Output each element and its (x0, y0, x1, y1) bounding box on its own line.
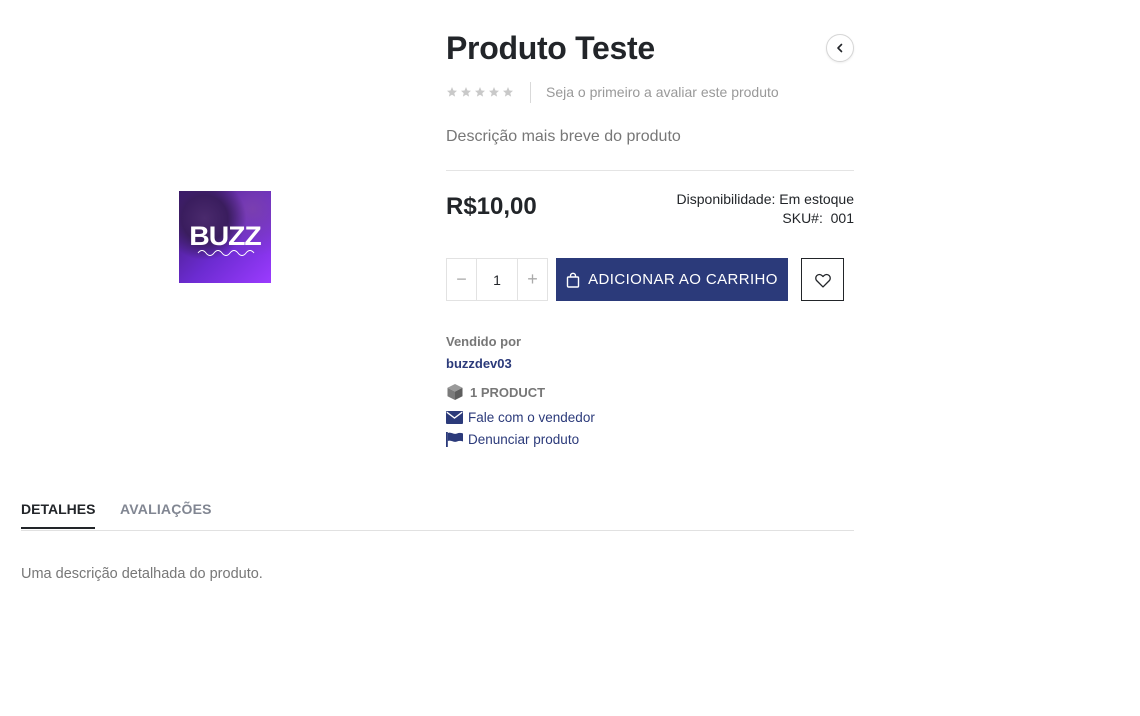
tab-reviews[interactable]: AVALIAÇÕES (120, 501, 212, 517)
rating-divider (530, 82, 531, 103)
star-icon (461, 87, 471, 97)
products-count-label: 1 PRODUCT (470, 384, 546, 400)
flag-icon (446, 432, 463, 447)
quantity-increase-button[interactable]: + (517, 259, 547, 300)
contact-vendor-label: Fale com o vendedor (468, 410, 595, 425)
sku-text: SKU#: 001 (782, 210, 854, 226)
product-title: Produto Teste (446, 30, 655, 66)
star-icon (489, 87, 499, 97)
tab-details[interactable]: DETALHES (21, 501, 96, 529)
chevron-left-icon (837, 43, 843, 53)
back-button[interactable] (826, 34, 854, 62)
heart-icon (814, 273, 831, 288)
box-icon (447, 384, 463, 400)
sold-by-label: Vendido por (446, 334, 522, 349)
tabs-divider (21, 530, 854, 531)
product-price: R$10,00 (446, 193, 537, 220)
shopping-bag-icon (566, 272, 580, 288)
short-description: Descrição mais breve do produto (446, 128, 681, 145)
logo-script-decoration (197, 250, 255, 256)
stock-info: Disponibilidade: Em estoque SKU#: 001 (600, 190, 854, 228)
first-review-link[interactable]: Seja o primeiro a avaliar este produto (546, 84, 779, 100)
detailed-description: Uma descrição detalhada do produto. (21, 566, 263, 582)
star-icon (447, 87, 457, 97)
star-icon (475, 87, 485, 97)
product-image[interactable]: BUZZ (179, 191, 271, 283)
vendor-name-link[interactable]: buzzdev03 (446, 356, 512, 371)
quantity-stepper: − + (446, 258, 548, 301)
quantity-decrease-button[interactable]: − (447, 259, 477, 300)
divider (446, 170, 854, 171)
envelope-icon (446, 411, 463, 424)
star-icon (503, 87, 513, 97)
vendor-products-count[interactable]: 1 PRODUCT (446, 383, 545, 401)
rating-stars (446, 86, 514, 98)
report-product-link[interactable]: Denunciar produto (446, 432, 579, 447)
contact-vendor-link[interactable]: Fale com o vendedor (446, 410, 595, 425)
add-to-cart-label: ADICIONAR AO CARRIHO (588, 271, 778, 288)
availability-text: Disponibilidade: Em estoque (676, 191, 854, 207)
add-to-cart-button[interactable]: ADICIONAR AO CARRIHO (556, 258, 788, 301)
wishlist-button[interactable] (801, 258, 844, 301)
quantity-input[interactable] (477, 259, 517, 300)
report-product-label: Denunciar produto (468, 432, 580, 447)
